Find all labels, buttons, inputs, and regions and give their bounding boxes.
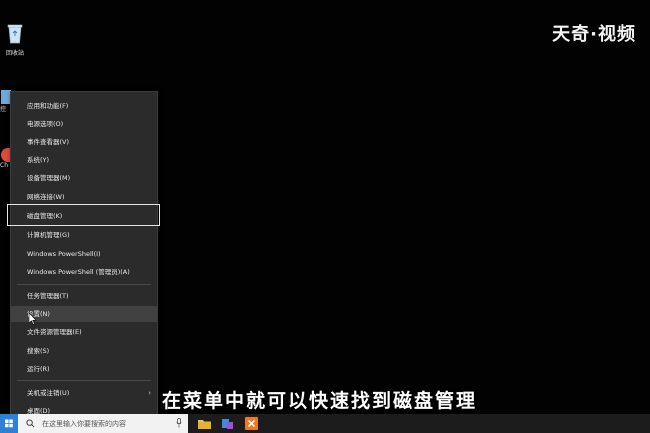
menu-item-computer-management[interactable]: 计算机管理(G) <box>11 227 157 243</box>
menu-separator <box>17 380 151 381</box>
menu-item-run[interactable]: 运行(R) <box>11 361 157 377</box>
taskbar-search-box[interactable]: 在这里输入你要搜索的内容 <box>18 414 188 433</box>
orange-app-icon <box>245 417 258 430</box>
menu-separator <box>17 284 151 285</box>
app-icon <box>222 419 233 429</box>
recycle-bin-label: 回收站 <box>5 50 24 57</box>
menu-item-device-manager[interactable]: 设备管理器(M) <box>11 170 157 186</box>
menu-item-shutdown-signout[interactable]: 关机或注销(U) › <box>11 385 157 401</box>
menu-item-task-manager[interactable]: 任务管理器(T) <box>11 288 157 304</box>
menu-item-disk-management[interactable]: 磁盘管理(K) <box>11 208 157 224</box>
windows-logo-icon <box>5 419 13 428</box>
recycle-bin-icon <box>7 24 23 44</box>
menu-item-search[interactable]: 搜索(S) <box>11 343 157 359</box>
winx-context-menu: 应用和功能(F) 电源选项(O) 事件查看器(V) 系统(Y) 设备管理器(M)… <box>10 91 158 421</box>
mouse-cursor-icon <box>29 313 37 325</box>
app-taskbar-icon-orange[interactable] <box>244 416 259 431</box>
file-explorer-taskbar-icon[interactable] <box>197 416 212 431</box>
menu-item-system[interactable]: 系统(Y) <box>11 152 157 168</box>
menu-item-network-connections[interactable]: 网络连接(W) <box>11 189 157 205</box>
menu-item-powershell-admin[interactable]: Windows PowerShell (管理员)(A) <box>11 264 157 280</box>
chevron-right-icon: › <box>148 389 151 397</box>
menu-item-file-explorer[interactable]: 文件资源管理器(E) <box>11 324 157 340</box>
recycle-bin-desktop-icon[interactable]: 回收站 <box>0 22 30 57</box>
partial-icon-label: Ch <box>0 162 8 169</box>
taskbar: 在这里输入你要搜索的内容 <box>0 414 650 433</box>
start-button[interactable] <box>0 414 18 433</box>
microphone-icon[interactable] <box>176 418 182 428</box>
desktop: 回收站 控 Ch 天奇·视频 应用和功能(F) 电源选项(O) 事件查看器(V)… <box>0 0 650 433</box>
search-icon <box>26 419 35 428</box>
app-taskbar-icon[interactable] <box>220 416 235 431</box>
partial-icon-label: 控 <box>0 106 7 113</box>
watermark-logo: 天奇·视频 <box>552 24 636 45</box>
menu-item-power-options[interactable]: 电源选项(O) <box>11 116 157 132</box>
folder-icon <box>198 420 211 429</box>
menu-item-powershell[interactable]: Windows PowerShell(I) <box>11 246 157 262</box>
menu-item-apps-features[interactable]: 应用和功能(F) <box>11 98 157 114</box>
video-subtitle: 在菜单中就可以快速找到磁盘管理 <box>162 390 478 412</box>
search-placeholder: 在这里输入你要搜索的内容 <box>42 420 126 428</box>
menu-item-event-viewer[interactable]: 事件查看器(V) <box>11 134 157 150</box>
